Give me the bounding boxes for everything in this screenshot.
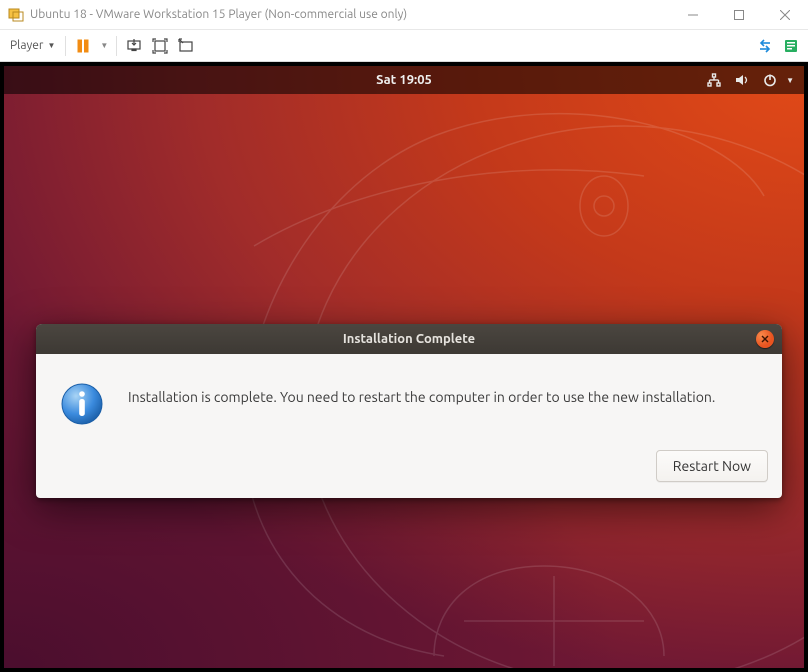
player-menu-button[interactable]: Player ▼ [8, 37, 57, 54]
send-ctrl-alt-del-button[interactable] [125, 37, 143, 55]
manage-button[interactable] [782, 37, 800, 55]
maximize-button[interactable] [716, 0, 762, 30]
ubuntu-desktop-background: Sat 19:05 ▼ Installation Complete [4, 66, 804, 668]
close-button[interactable] [762, 0, 808, 30]
dialog-message: Installation is complete. You need to re… [128, 378, 715, 406]
ubuntu-top-bar: Sat 19:05 ▼ [4, 66, 804, 94]
ubuntu-clock[interactable]: Sat 19:05 [376, 73, 432, 87]
system-menu-chevron-icon[interactable]: ▼ [786, 76, 794, 85]
unity-mode-button[interactable] [177, 37, 195, 55]
vmware-app-icon [8, 7, 24, 23]
volume-icon[interactable] [734, 72, 750, 88]
power-icon[interactable] [762, 72, 778, 88]
network-icon[interactable] [706, 72, 722, 88]
installation-complete-dialog: Installation Complete [36, 324, 782, 498]
vmware-host-toolbar: Player ▼ ▼ [0, 30, 808, 62]
chevron-down-icon: ▼ [47, 41, 55, 50]
guest-display-area: Sat 19:05 ▼ Installation Complete [0, 62, 808, 672]
dialog-titlebar: Installation Complete [36, 324, 782, 354]
minimize-button[interactable] [670, 0, 716, 30]
vmware-host-titlebar: Ubuntu 18 - VMware Workstation 15 Player… [0, 0, 808, 30]
dialog-close-button[interactable] [756, 330, 774, 348]
vmware-window-title: Ubuntu 18 - VMware Workstation 15 Player… [30, 8, 670, 21]
restart-now-button[interactable]: Restart Now [656, 450, 768, 482]
cycle-multiple-monitors-button[interactable] [756, 37, 774, 55]
fullscreen-button[interactable] [151, 37, 169, 55]
toolbar-separator [116, 36, 117, 56]
toolbar-separator [65, 36, 66, 56]
dialog-title: Installation Complete [343, 332, 475, 346]
pause-vm-button[interactable] [74, 37, 92, 55]
info-icon [60, 382, 104, 426]
player-menu-label: Player [10, 39, 43, 52]
power-dropdown[interactable]: ▼ [100, 41, 108, 50]
